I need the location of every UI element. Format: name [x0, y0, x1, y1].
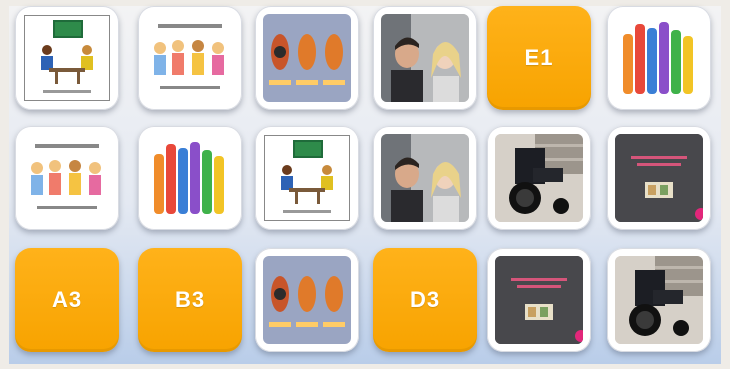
classroom-image	[264, 135, 350, 221]
card-classroom-c2[interactable]	[255, 126, 359, 230]
children-image	[146, 14, 234, 102]
card-back-a3[interactable]: A3	[15, 248, 119, 352]
card-children-b1[interactable]	[138, 6, 242, 110]
card-wheelchair-e2[interactable]	[487, 126, 591, 230]
card-senses-c1[interactable]	[255, 6, 359, 110]
card-hands-f1[interactable]	[607, 6, 711, 110]
card-label: A3	[51, 287, 83, 312]
classroom-image	[24, 15, 110, 101]
card-back-d3[interactable]: D3	[373, 248, 477, 352]
card-back-b3[interactable]: B3	[138, 248, 242, 352]
card-slide-f2[interactable]	[607, 126, 711, 230]
children-image	[23, 134, 111, 222]
card-label: B3	[174, 287, 206, 312]
card-label: D3	[409, 287, 441, 312]
memory-game-board: E1 A3 B3 D3	[9, 6, 721, 364]
couple-photo	[381, 14, 469, 102]
card-classroom-a1[interactable]	[15, 6, 119, 110]
slide-image	[615, 134, 703, 222]
senses-image	[263, 256, 351, 344]
wheelchair-photo	[495, 134, 583, 222]
card-senses-c3[interactable]	[255, 248, 359, 352]
card-back-e1[interactable]: E1	[487, 6, 591, 110]
card-children-a2[interactable]	[15, 126, 119, 230]
slide-image	[495, 256, 583, 344]
hands-image	[146, 134, 234, 222]
couple-photo	[381, 134, 469, 222]
card-couple-d2[interactable]	[373, 126, 477, 230]
card-wheelchair-f3[interactable]	[607, 248, 711, 352]
card-couple-d1[interactable]	[373, 6, 477, 110]
senses-image	[263, 14, 351, 102]
card-slide-e3[interactable]	[487, 248, 591, 352]
wheelchair-photo	[615, 256, 703, 344]
card-label: E1	[524, 45, 554, 70]
card-hands-b2[interactable]	[138, 126, 242, 230]
hands-image	[615, 14, 703, 102]
